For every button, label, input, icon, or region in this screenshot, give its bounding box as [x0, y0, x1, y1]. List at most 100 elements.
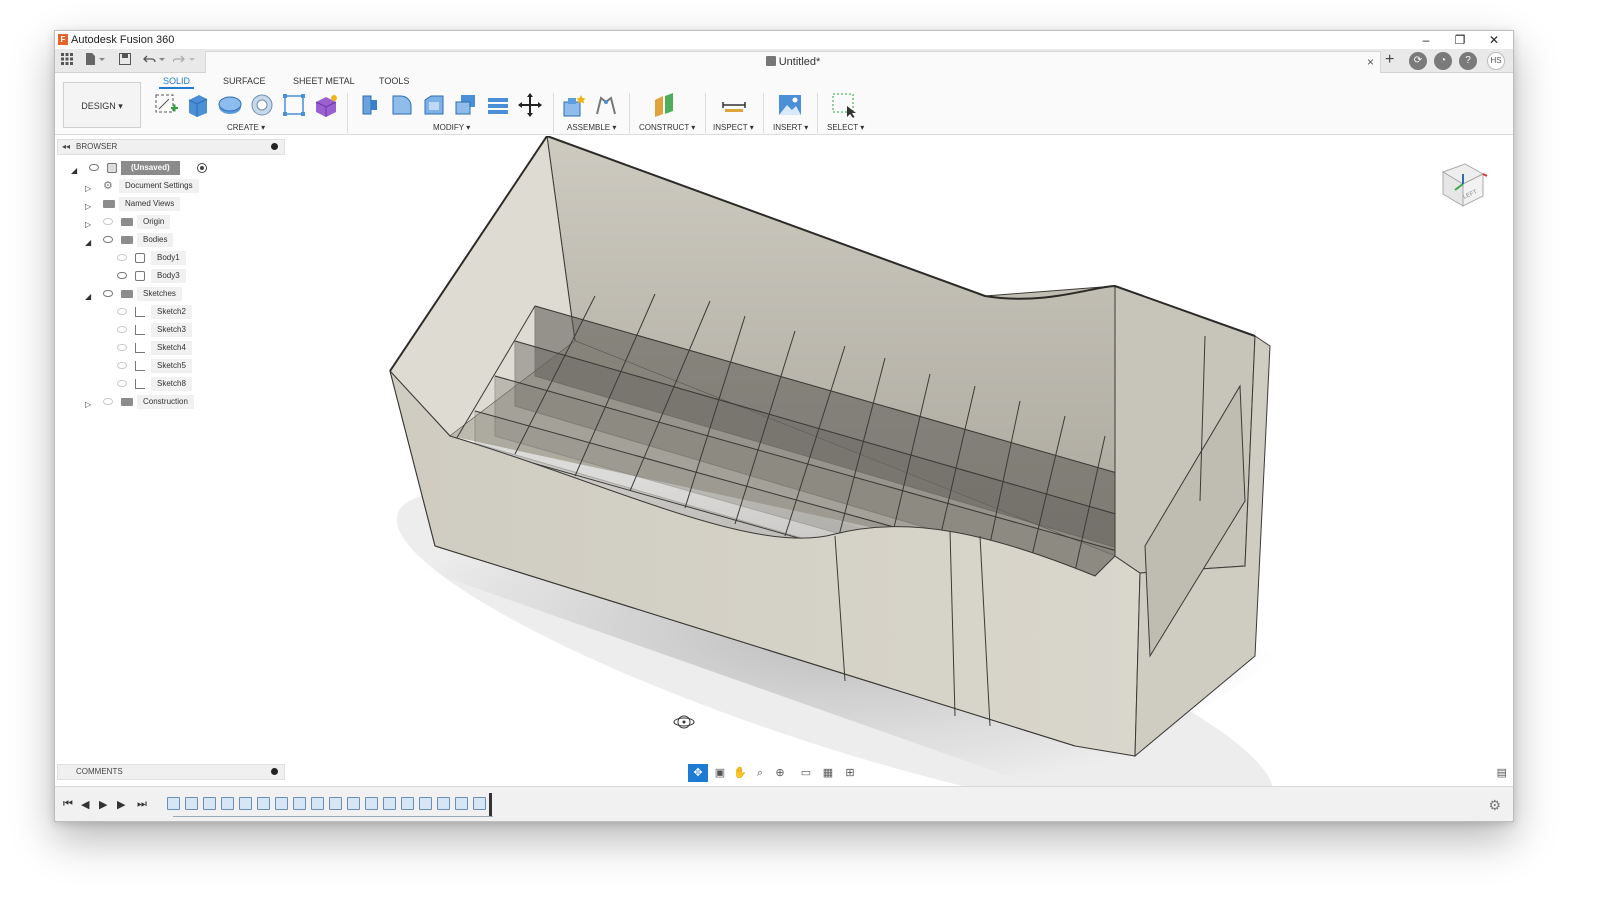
timeline-feature[interactable] — [275, 797, 288, 810]
data-panel-grid-icon[interactable] — [61, 53, 73, 69]
collapse-arrow-icon[interactable]: ◢ — [85, 290, 91, 304]
timeline-feature[interactable] — [311, 797, 324, 810]
insert-menu[interactable]: INSERT ▾ — [773, 123, 808, 132]
workspace-switcher[interactable]: DESIGN ▾ — [63, 82, 141, 128]
step-forward-icon[interactable]: ▶ — [117, 798, 125, 811]
timeline-feature[interactable] — [365, 797, 378, 810]
press-pull-icon[interactable] — [357, 92, 383, 118]
tab-tools[interactable]: TOOLS — [379, 76, 409, 86]
collapse-browser-icon[interactable]: ◂◂ — [62, 140, 70, 154]
restore-button[interactable]: ❐ — [1443, 31, 1477, 49]
timeline-feature[interactable] — [203, 797, 216, 810]
pin-icon[interactable] — [271, 768, 278, 775]
insert-image-icon[interactable] — [777, 92, 803, 118]
help-icon[interactable]: ? — [1459, 52, 1477, 70]
redo-icon[interactable] — [172, 53, 195, 69]
timeline-feature[interactable] — [473, 797, 486, 810]
collapse-arrow-icon[interactable]: ◢ — [85, 236, 91, 250]
orbit-icon[interactable]: ✥ — [688, 764, 708, 782]
new-component-icon[interactable] — [561, 92, 587, 118]
timeline-feature[interactable] — [239, 797, 252, 810]
browser-item-sketch4[interactable]: Sketch4 — [71, 341, 271, 355]
pan-hand-icon[interactable]: ✋ — [730, 764, 750, 782]
browser-item-bodies[interactable]: ◢ Bodies — [71, 233, 271, 247]
offset-plane-icon[interactable] — [651, 92, 677, 118]
create-menu[interactable]: CREATE ▾ — [227, 123, 265, 132]
browser-item-named-views[interactable]: ▷ Named Views — [71, 197, 271, 211]
browser-item-body1[interactable]: Body1 — [71, 251, 271, 265]
new-tab-button[interactable]: + — [1385, 52, 1394, 69]
select-menu[interactable]: SELECT ▾ — [827, 123, 864, 132]
go-to-end-icon[interactable]: ⏭ — [137, 798, 147, 811]
rectangular-pattern-icon[interactable] — [281, 92, 307, 118]
browser-item-body3[interactable]: Body3 — [71, 269, 271, 283]
measure-icon[interactable] — [721, 92, 747, 118]
browser-item-sketch5[interactable]: Sketch5 — [71, 359, 271, 373]
visibility-eye-icon[interactable] — [117, 344, 127, 351]
revolve-icon[interactable] — [217, 92, 243, 118]
timeline-feature[interactable] — [419, 797, 432, 810]
activate-radio-icon[interactable] — [197, 163, 207, 173]
assemble-menu[interactable]: ASSEMBLE ▾ — [567, 123, 616, 132]
viewports-icon[interactable]: ⊞ — [840, 764, 860, 782]
timeline-feature[interactable] — [401, 797, 414, 810]
tab-sheet-metal[interactable]: SHEET METAL — [293, 76, 355, 86]
visibility-eye-icon[interactable] — [117, 362, 127, 369]
sweep-icon[interactable] — [249, 92, 275, 118]
timeline-feature[interactable] — [455, 797, 468, 810]
visibility-eye-icon[interactable] — [117, 308, 127, 315]
timeline-feature[interactable] — [185, 797, 198, 810]
timeline-marker[interactable] — [489, 793, 492, 817]
user-avatar[interactable]: HS — [1487, 52, 1505, 70]
timeline-feature[interactable] — [347, 797, 360, 810]
construct-menu[interactable]: CONSTRUCT ▾ — [639, 123, 695, 132]
extensions-icon[interactable]: ⟳ — [1409, 52, 1427, 70]
browser-item-document-settings[interactable]: ▷ ⚙ Document Settings — [71, 179, 271, 193]
fillet-icon[interactable] — [389, 92, 415, 118]
expand-arrow-icon[interactable]: ▷ — [85, 398, 91, 412]
modify-menu[interactable]: MODIFY ▾ — [433, 123, 470, 132]
shell-icon[interactable] — [453, 92, 479, 118]
timeline-feature[interactable] — [383, 797, 396, 810]
tab-solid[interactable]: SOLID — [158, 76, 195, 89]
browser-item-construction[interactable]: ▷ Construction — [71, 395, 271, 409]
display-settings-icon[interactable]: ▭ — [796, 764, 816, 782]
visibility-eye-icon[interactable] — [103, 290, 113, 297]
comments-panel[interactable]: COMMENTS — [57, 764, 285, 780]
grid-settings-icon[interactable]: ▦ — [818, 764, 838, 782]
timeline-settings-gear-icon[interactable]: ⚙ — [1488, 797, 1501, 814]
visibility-eye-icon[interactable] — [117, 380, 127, 387]
visibility-eye-icon[interactable] — [103, 218, 113, 225]
tab-surface[interactable]: SURFACE — [223, 76, 266, 86]
document-tab[interactable]: Untitled* × — [205, 51, 1381, 73]
joint-icon[interactable] — [593, 92, 619, 118]
visibility-eye-icon[interactable] — [117, 326, 127, 333]
browser-item-sketch3[interactable]: Sketch3 — [71, 323, 271, 337]
visibility-eye-icon[interactable] — [103, 236, 113, 243]
combine-icon[interactable] — [485, 92, 511, 118]
visibility-eye-icon[interactable] — [117, 254, 127, 261]
timeline-feature[interactable] — [437, 797, 450, 810]
play-icon[interactable]: ▶ — [99, 798, 107, 811]
select-window-icon[interactable] — [831, 92, 857, 118]
file-menu-icon[interactable] — [85, 53, 105, 69]
go-to-start-icon[interactable]: ⏮ — [63, 798, 73, 811]
create-form-icon[interactable] — [313, 92, 339, 118]
expand-arrow-icon[interactable]: ▷ — [85, 218, 91, 232]
expand-arrow-icon[interactable]: ▷ — [85, 200, 91, 214]
browser-item-origin[interactable]: ▷ Origin — [71, 215, 271, 229]
zoom-icon[interactable]: ⌕ — [750, 764, 770, 782]
minimize-button[interactable]: – — [1409, 31, 1443, 49]
browser-header[interactable]: ◂◂ BROWSER — [57, 139, 285, 155]
move-copy-icon[interactable] — [517, 92, 543, 118]
collapse-arrow-icon[interactable]: ◢ — [71, 164, 77, 178]
view-cube[interactable]: LEFT — [1435, 154, 1489, 208]
job-status-icon[interactable]: ◔ — [1434, 52, 1452, 70]
timeline-feature[interactable] — [329, 797, 342, 810]
visibility-eye-icon[interactable] — [117, 272, 127, 279]
text-commands-icon[interactable]: ▤ — [1497, 766, 1507, 779]
save-icon[interactable] — [119, 53, 131, 69]
visibility-eye-icon[interactable] — [103, 398, 113, 405]
close-window-button[interactable]: ✕ — [1477, 31, 1511, 49]
timeline-feature[interactable] — [257, 797, 270, 810]
